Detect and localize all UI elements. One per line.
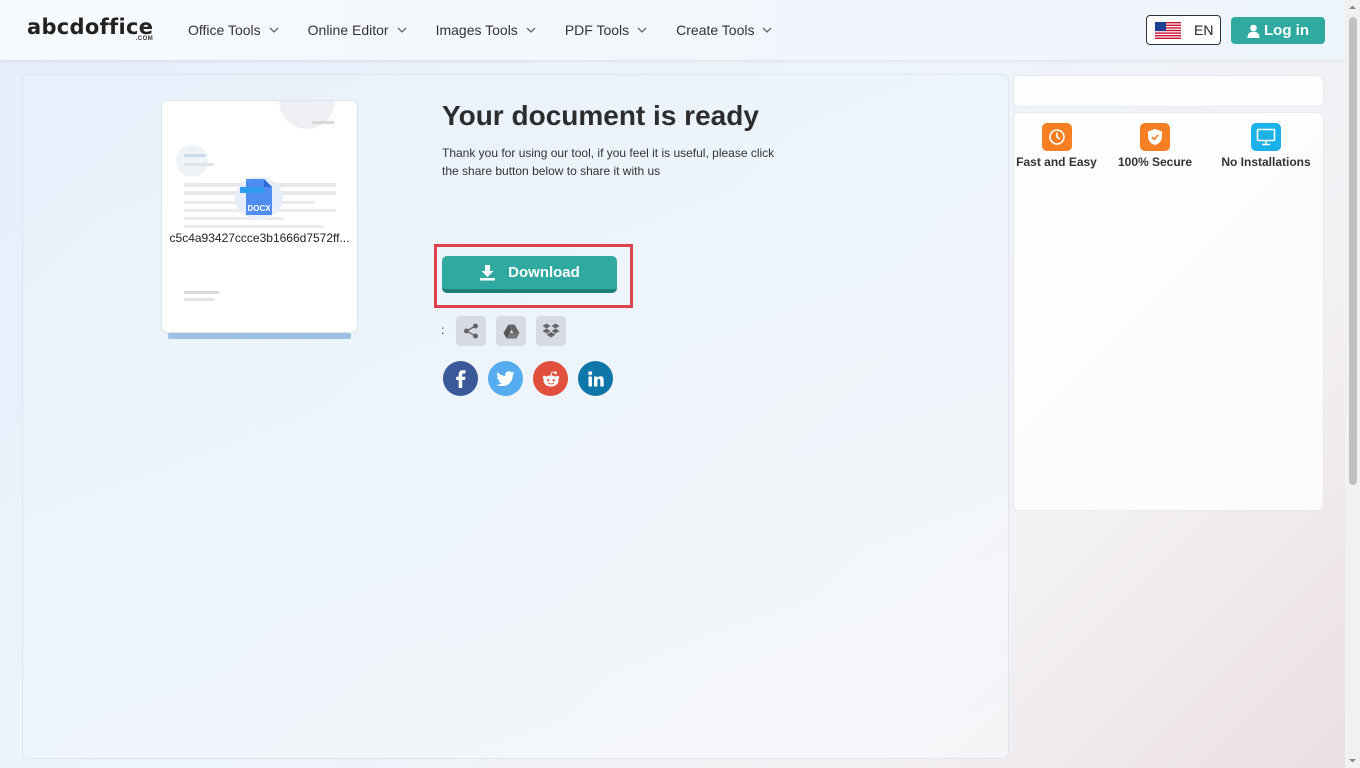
main-nav: Office Tools Online Editor Images Tools … [188, 0, 801, 60]
chevron-down-icon [269, 27, 279, 33]
page-scrollbar[interactable] [1345, 0, 1360, 768]
download-label: Download [508, 264, 580, 281]
feature-no-installations: No Installations [1215, 123, 1317, 169]
us-flag-icon [1155, 21, 1181, 39]
user-icon [1247, 24, 1260, 38]
feature-label: No Installations [1221, 155, 1311, 169]
language-code: EN [1194, 22, 1214, 38]
clock-icon [1041, 123, 1072, 151]
download-icon [480, 265, 496, 281]
login-button[interactable]: Log in [1231, 17, 1325, 44]
language-selector[interactable]: EN [1146, 15, 1221, 45]
nav-pdf-tools[interactable]: PDF Tools [565, 22, 647, 38]
page-title: Your document is ready [442, 100, 759, 131]
nav-office-tools[interactable]: Office Tools [188, 22, 279, 38]
google-drive-icon[interactable] [496, 316, 526, 346]
feature-label: Fast and Easy [1016, 155, 1097, 169]
nav-online-editor[interactable]: Online Editor [308, 22, 407, 38]
nav-label: PDF Tools [564, 22, 630, 38]
facebook-glyph [455, 369, 465, 388]
feature-label: 100% Secure [1117, 155, 1193, 169]
linkedin-glyph [587, 370, 604, 386]
nav-label: Online Editor [307, 22, 389, 38]
monitor-icon [1251, 123, 1281, 151]
feature-secure: 100% Secure [1114, 123, 1196, 169]
sidebar-top-panel [1013, 75, 1324, 107]
login-label: Log in [1264, 22, 1309, 39]
share-prefix: : [441, 323, 445, 337]
nav-label: Create Tools [676, 22, 755, 38]
scrollbar-thumb[interactable] [1349, 17, 1357, 485]
result-description: Thank you for using our tool, if you fee… [442, 146, 775, 178]
chevron-down-icon [526, 27, 536, 33]
nav-label: Office Tools [188, 22, 261, 38]
twitter-glyph [496, 371, 514, 386]
download-button[interactable]: Download [442, 256, 617, 293]
drive-glyph [503, 324, 519, 338]
reddit-glyph [542, 370, 559, 386]
feature-fast-and-easy: Fast and Easy [1014, 123, 1099, 169]
logo-text: abcdoffice [27, 15, 154, 39]
preview-progress-bar [168, 333, 351, 339]
chevron-down-icon [397, 27, 407, 33]
file-type-label: DOCX [247, 204, 271, 213]
share-glyph [464, 323, 478, 339]
share-icon[interactable] [456, 316, 486, 346]
shield-icon [1140, 123, 1170, 151]
logo-suffix: .COM [135, 36, 154, 42]
nav-create-tools[interactable]: Create Tools [676, 22, 772, 38]
twitter-icon[interactable] [488, 361, 523, 396]
dropbox-icon[interactable] [536, 316, 566, 346]
file-name: c5c4a93427ccce3b1666d7572ff... [169, 231, 350, 245]
docx-file-icon: DOCX [235, 177, 283, 219]
facebook-icon[interactable] [443, 361, 478, 396]
features-panel [1013, 112, 1324, 511]
dropbox-glyph [542, 323, 560, 338]
logo[interactable]: abcdoffice .COM [27, 15, 153, 45]
chevron-down-icon [637, 27, 647, 33]
chevron-down-icon [763, 27, 772, 33]
site-header: abcdoffice .COM Office Tools Online Edit… [0, 0, 1345, 60]
nav-images-tools[interactable]: Images Tools [436, 22, 536, 38]
scroll-down-arrow-icon[interactable] [1348, 756, 1357, 765]
linkedin-icon[interactable] [578, 361, 613, 396]
nav-label: Images Tools [435, 22, 518, 38]
scroll-up-arrow-icon[interactable] [1348, 3, 1357, 12]
reddit-icon[interactable] [533, 361, 568, 396]
